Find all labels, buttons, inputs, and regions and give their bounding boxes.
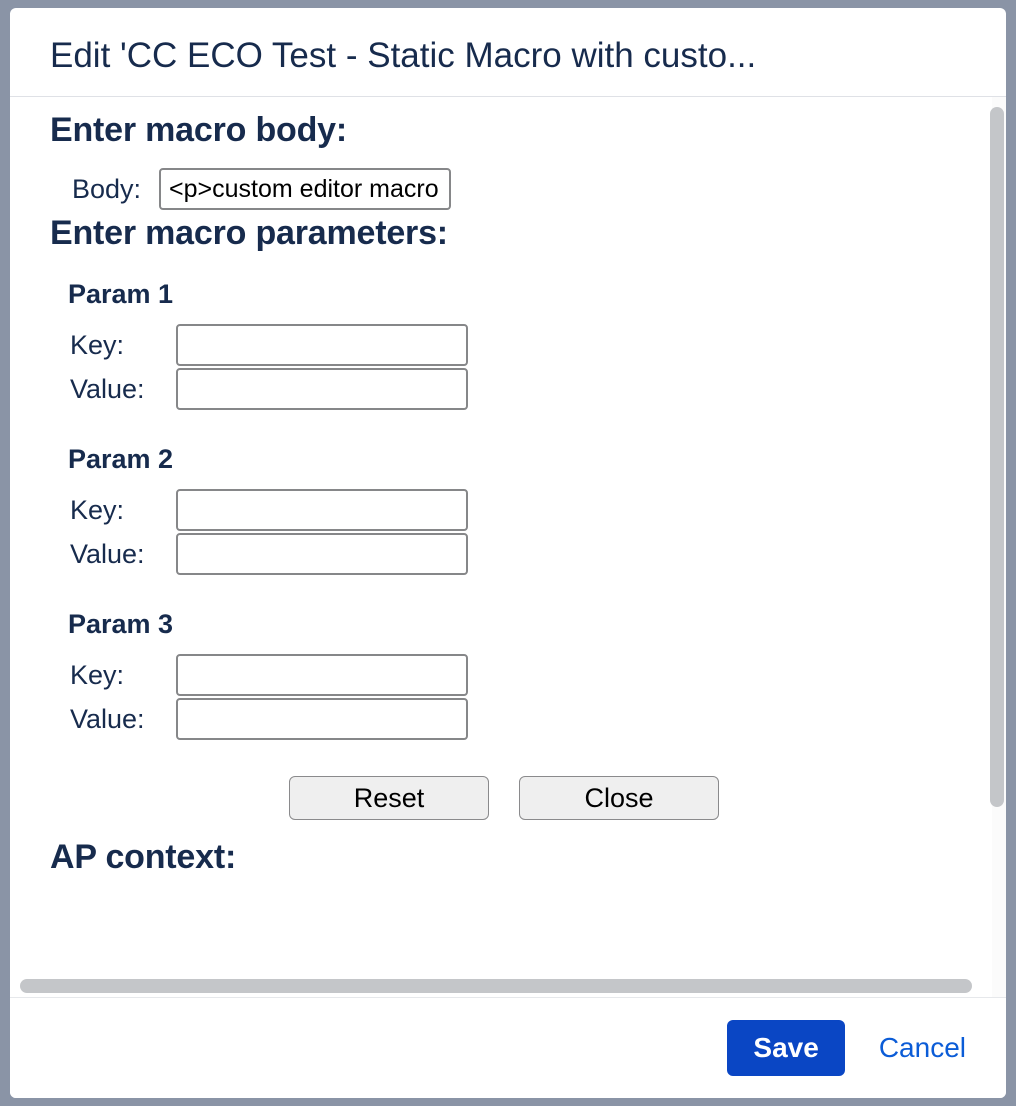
save-button[interactable]: Save: [727, 1020, 844, 1076]
inner-button-row: Reset Close: [50, 776, 958, 820]
macro-body-input[interactable]: [159, 168, 451, 210]
dialog-body-scroll[interactable]: Enter macro body: Body: Enter macro para…: [10, 97, 1006, 997]
horizontal-scrollbar-thumb[interactable]: [20, 979, 972, 993]
cancel-button[interactable]: Cancel: [875, 1024, 970, 1072]
param-value-row: Value:: [70, 698, 958, 740]
macro-body-row: Body:: [72, 168, 958, 210]
param-title: Param 1: [68, 279, 958, 310]
param-key-row: Key:: [70, 654, 958, 696]
param-value-label: Value:: [70, 374, 176, 405]
section-enter-body: Enter macro body:: [50, 111, 958, 150]
dialog-title: Edit 'CC ECO Test - Static Macro with cu…: [50, 36, 966, 76]
param-1-value-input[interactable]: [176, 368, 468, 410]
dialog-header: Edit 'CC ECO Test - Static Macro with cu…: [10, 8, 1006, 97]
dialog-footer: Save Cancel: [10, 997, 1006, 1098]
dialog-body: Enter macro body: Body: Enter macro para…: [10, 97, 1006, 997]
content-panel: Enter macro body: Body: Enter macro para…: [10, 97, 992, 997]
param-title: Param 2: [68, 444, 958, 475]
param-2-value-input[interactable]: [176, 533, 468, 575]
macro-body-label: Body:: [72, 174, 141, 205]
macro-editor-dialog: Edit 'CC ECO Test - Static Macro with cu…: [10, 8, 1006, 1098]
param-value-row: Value:: [70, 368, 958, 410]
reset-button[interactable]: Reset: [289, 776, 489, 820]
param-block-3: Param 3 Key: Value:: [68, 609, 958, 740]
param-key-label: Key:: [70, 660, 176, 691]
section-ap-context: AP context:: [50, 838, 958, 877]
param-1-key-input[interactable]: [176, 324, 468, 366]
param-key-row: Key:: [70, 489, 958, 531]
vertical-scrollbar-thumb[interactable]: [990, 107, 1004, 807]
param-value-row: Value:: [70, 533, 958, 575]
param-3-value-input[interactable]: [176, 698, 468, 740]
section-enter-params: Enter macro parameters:: [50, 214, 958, 253]
param-key-label: Key:: [70, 495, 176, 526]
close-button[interactable]: Close: [519, 776, 719, 820]
param-value-label: Value:: [70, 539, 176, 570]
param-3-key-input[interactable]: [176, 654, 468, 696]
param-value-label: Value:: [70, 704, 176, 735]
param-key-row: Key:: [70, 324, 958, 366]
param-2-key-input[interactable]: [176, 489, 468, 531]
param-block-1: Param 1 Key: Value:: [68, 279, 958, 410]
param-key-label: Key:: [70, 330, 176, 361]
param-block-2: Param 2 Key: Value:: [68, 444, 958, 575]
param-title: Param 3: [68, 609, 958, 640]
